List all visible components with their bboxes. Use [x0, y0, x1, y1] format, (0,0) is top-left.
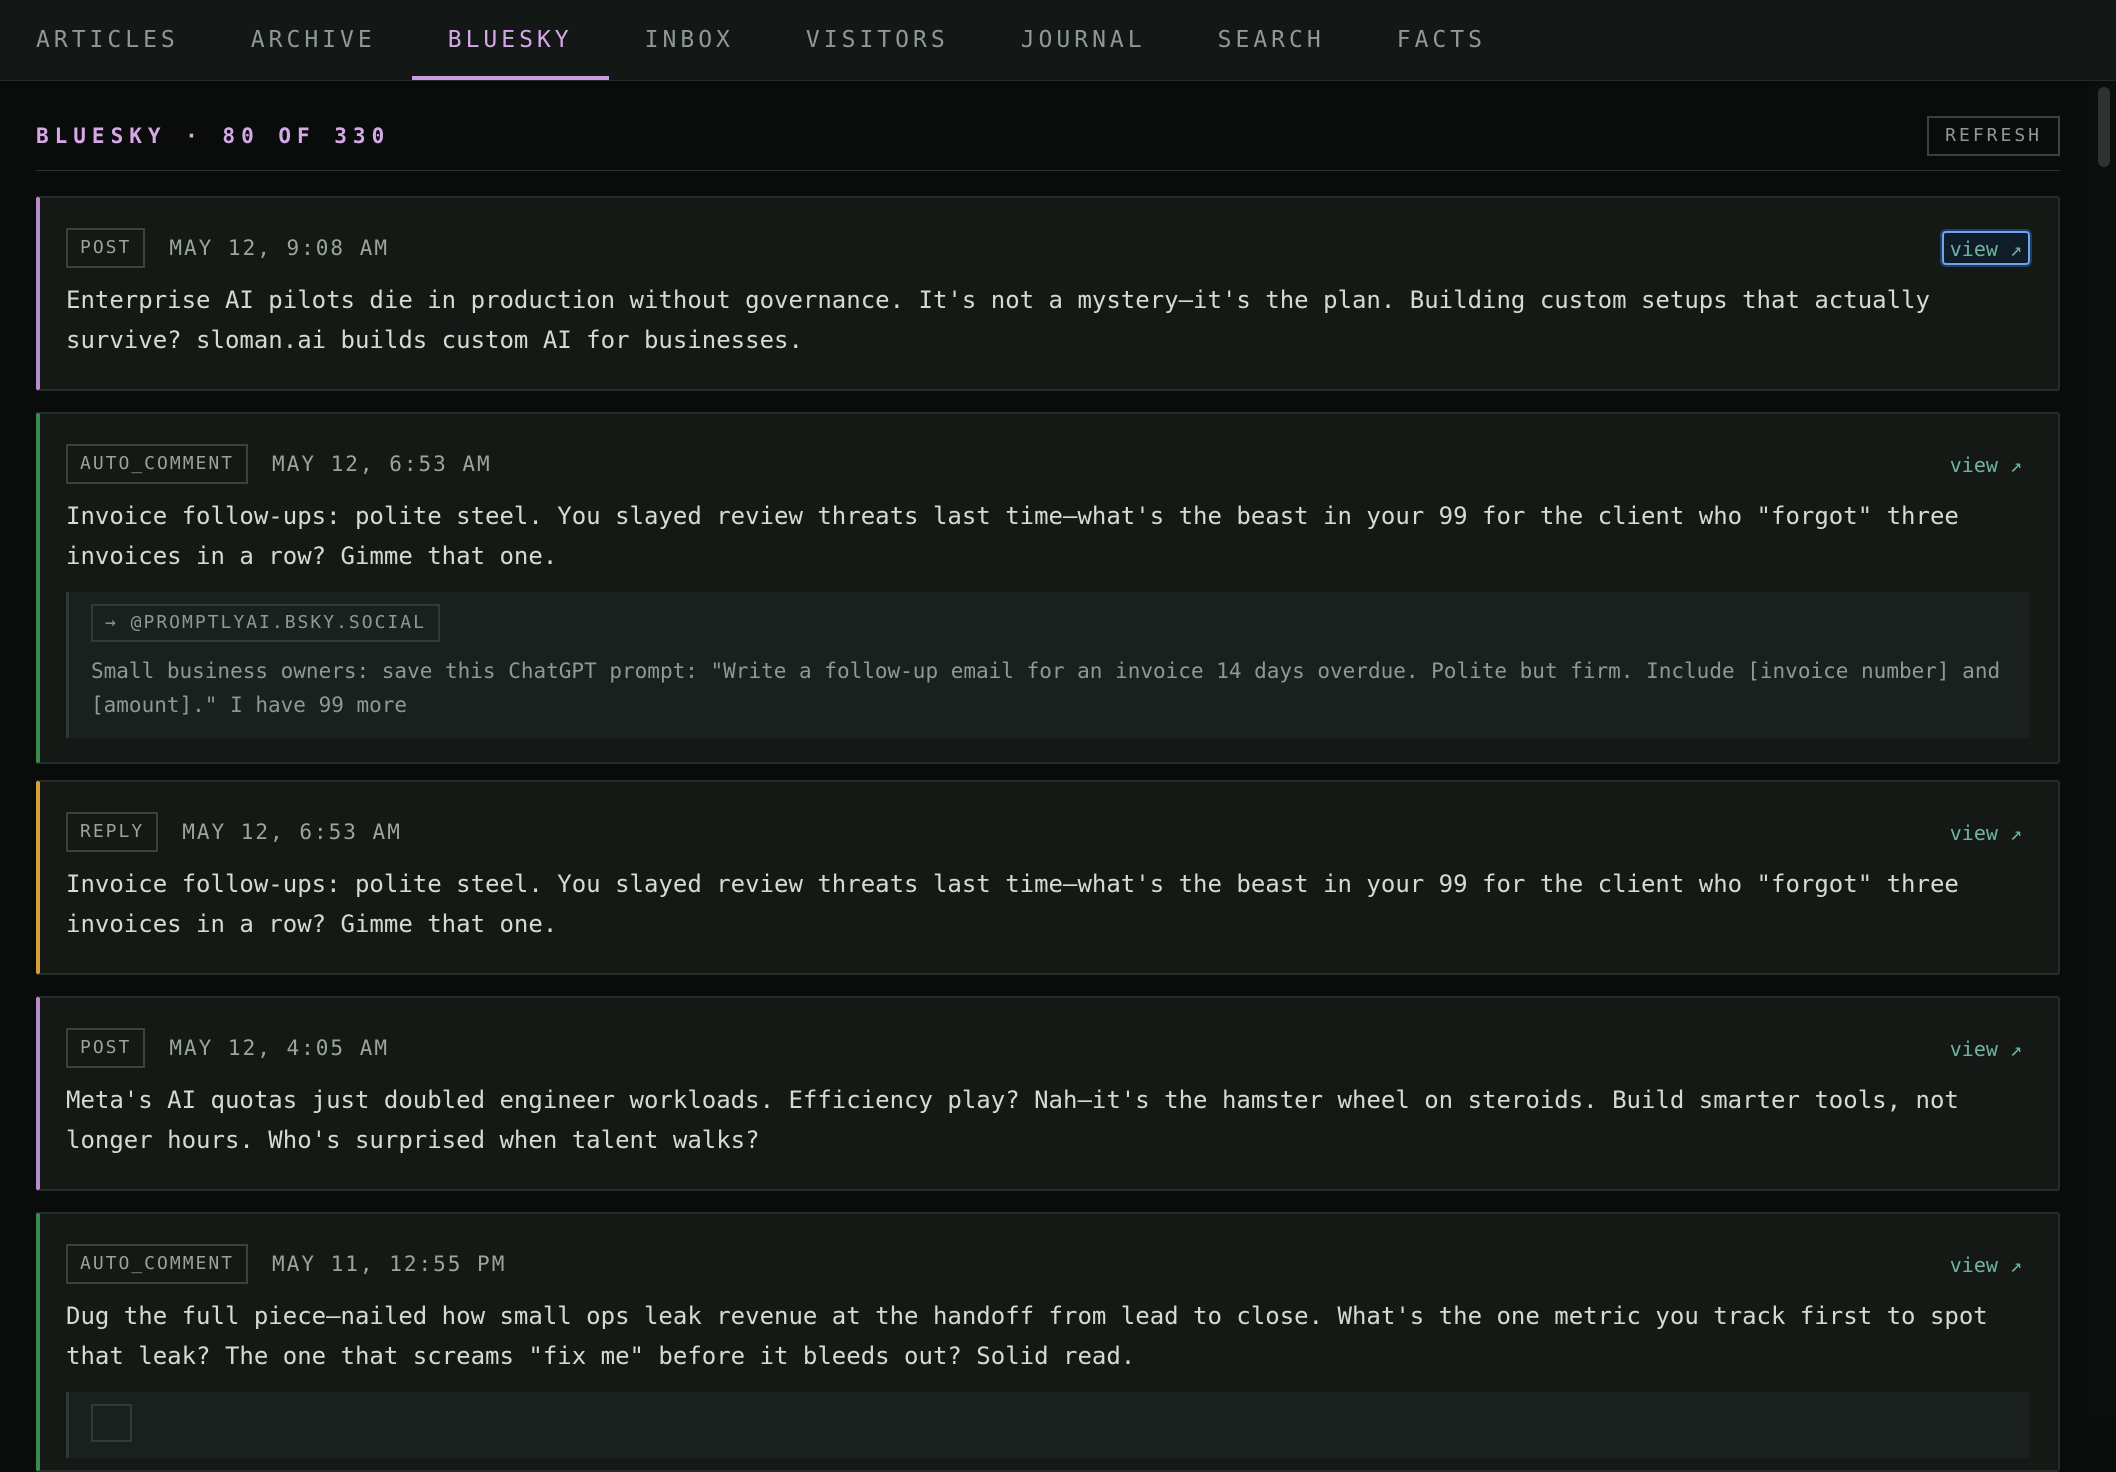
comment-text: Dug the full piece—nailed how small ops … [66, 1302, 2003, 1370]
tab-search[interactable]: SEARCH [1182, 0, 1361, 80]
feed-item: AUTO_COMMENT MAY 11, 12:55 PM view ↗ Dug… [36, 1212, 2060, 1472]
feed-item: POST MAY 12, 9:08 AM view ↗ Enterprise A… [36, 196, 2060, 391]
view-link[interactable]: view ↗ [1942, 447, 2030, 481]
feed-item: REPLY MAY 12, 6:53 AM view ↗ Invoice fol… [36, 780, 2060, 975]
tab-bluesky[interactable]: BLUESKY [411, 0, 609, 80]
feed-item-header: AUTO_COMMENT MAY 12, 6:53 AM view ↗ [66, 444, 2030, 484]
view-link[interactable]: view ↗ [1942, 815, 2030, 849]
timestamp: MAY 12, 9:08 AM [169, 236, 390, 260]
reply-text: Invoice follow-ups: polite steel. You sl… [66, 870, 1974, 938]
tab-visitors[interactable]: VISITORS [770, 0, 985, 80]
type-badge: AUTO_COMMENT [66, 1244, 249, 1284]
feed-item-header: AUTO_COMMENT MAY 11, 12:55 PM view ↗ [66, 1244, 2030, 1284]
type-badge: AUTO_COMMENT [66, 444, 249, 484]
feed-item-header: REPLY MAY 12, 6:53 AM view ↗ [66, 812, 2030, 852]
type-badge: POST [66, 228, 146, 268]
timestamp: MAY 12, 6:53 AM [182, 820, 402, 844]
page-title: BLUESKY · 80 OF 330 [36, 123, 391, 148]
view-link[interactable]: view ↗ [1941, 231, 2030, 265]
timestamp: MAY 12, 4:05 AM [169, 1036, 390, 1060]
tab-articles[interactable]: ARTICLES [0, 0, 215, 80]
post-text: Enterprise AI pilots die in production w… [66, 286, 1945, 354]
tab-inbox[interactable]: INBOX [609, 0, 770, 80]
main-content: BLUESKY · 80 OF 330 REFRESH POST MAY 12,… [36, 81, 2060, 1472]
type-badge: REPLY [66, 812, 159, 852]
feed-item: POST MAY 12, 4:05 AM view ↗ Meta's AI qu… [36, 996, 2060, 1191]
timestamp: MAY 11, 12:55 PM [272, 1252, 507, 1276]
view-link[interactable]: view ↗ [1942, 1247, 2030, 1281]
feed-item-header: POST MAY 12, 9:08 AM view ↗ [66, 228, 2030, 268]
tab-facts[interactable]: FACTS [1361, 0, 1522, 80]
type-badge: POST [66, 1028, 146, 1068]
tab-archive[interactable]: ARCHIVE [215, 0, 412, 80]
view-link[interactable]: view ↗ [1942, 1031, 2030, 1065]
timestamp: MAY 12, 6:53 AM [272, 452, 492, 476]
feed-item: AUTO_COMMENT MAY 12, 6:53 AM view ↗ Invo… [36, 412, 2060, 764]
scrollbar[interactable] [2088, 81, 2116, 1418]
feed-item-header: POST MAY 12, 4:05 AM view ↗ [66, 1028, 2030, 1068]
top-nav: ARTICLES ARCHIVE BLUESKY INBOX VISITORS … [0, 0, 2116, 81]
feed-header: BLUESKY · 80 OF 330 REFRESH [36, 81, 2060, 171]
post-text: Meta's AI quotas just doubled engineer w… [66, 1086, 1974, 1154]
quoted-post: → @PROMPTLYAI.BSKY.SOCIAL Small business… [66, 592, 2030, 738]
quoted-post [66, 1392, 2030, 1458]
tab-journal[interactable]: JOURNAL [985, 0, 1182, 80]
scroll-thumb[interactable] [2098, 87, 2110, 167]
quoted-text: Small business owners: save this ChatGPT… [91, 659, 2001, 717]
quoted-handle[interactable]: → @PROMPTLYAI.BSKY.SOCIAL [91, 604, 440, 642]
refresh-button[interactable]: REFRESH [1927, 115, 2060, 156]
comment-text: Invoice follow-ups: polite steel. You sl… [66, 502, 1974, 570]
quoted-handle[interactable] [91, 1404, 132, 1442]
